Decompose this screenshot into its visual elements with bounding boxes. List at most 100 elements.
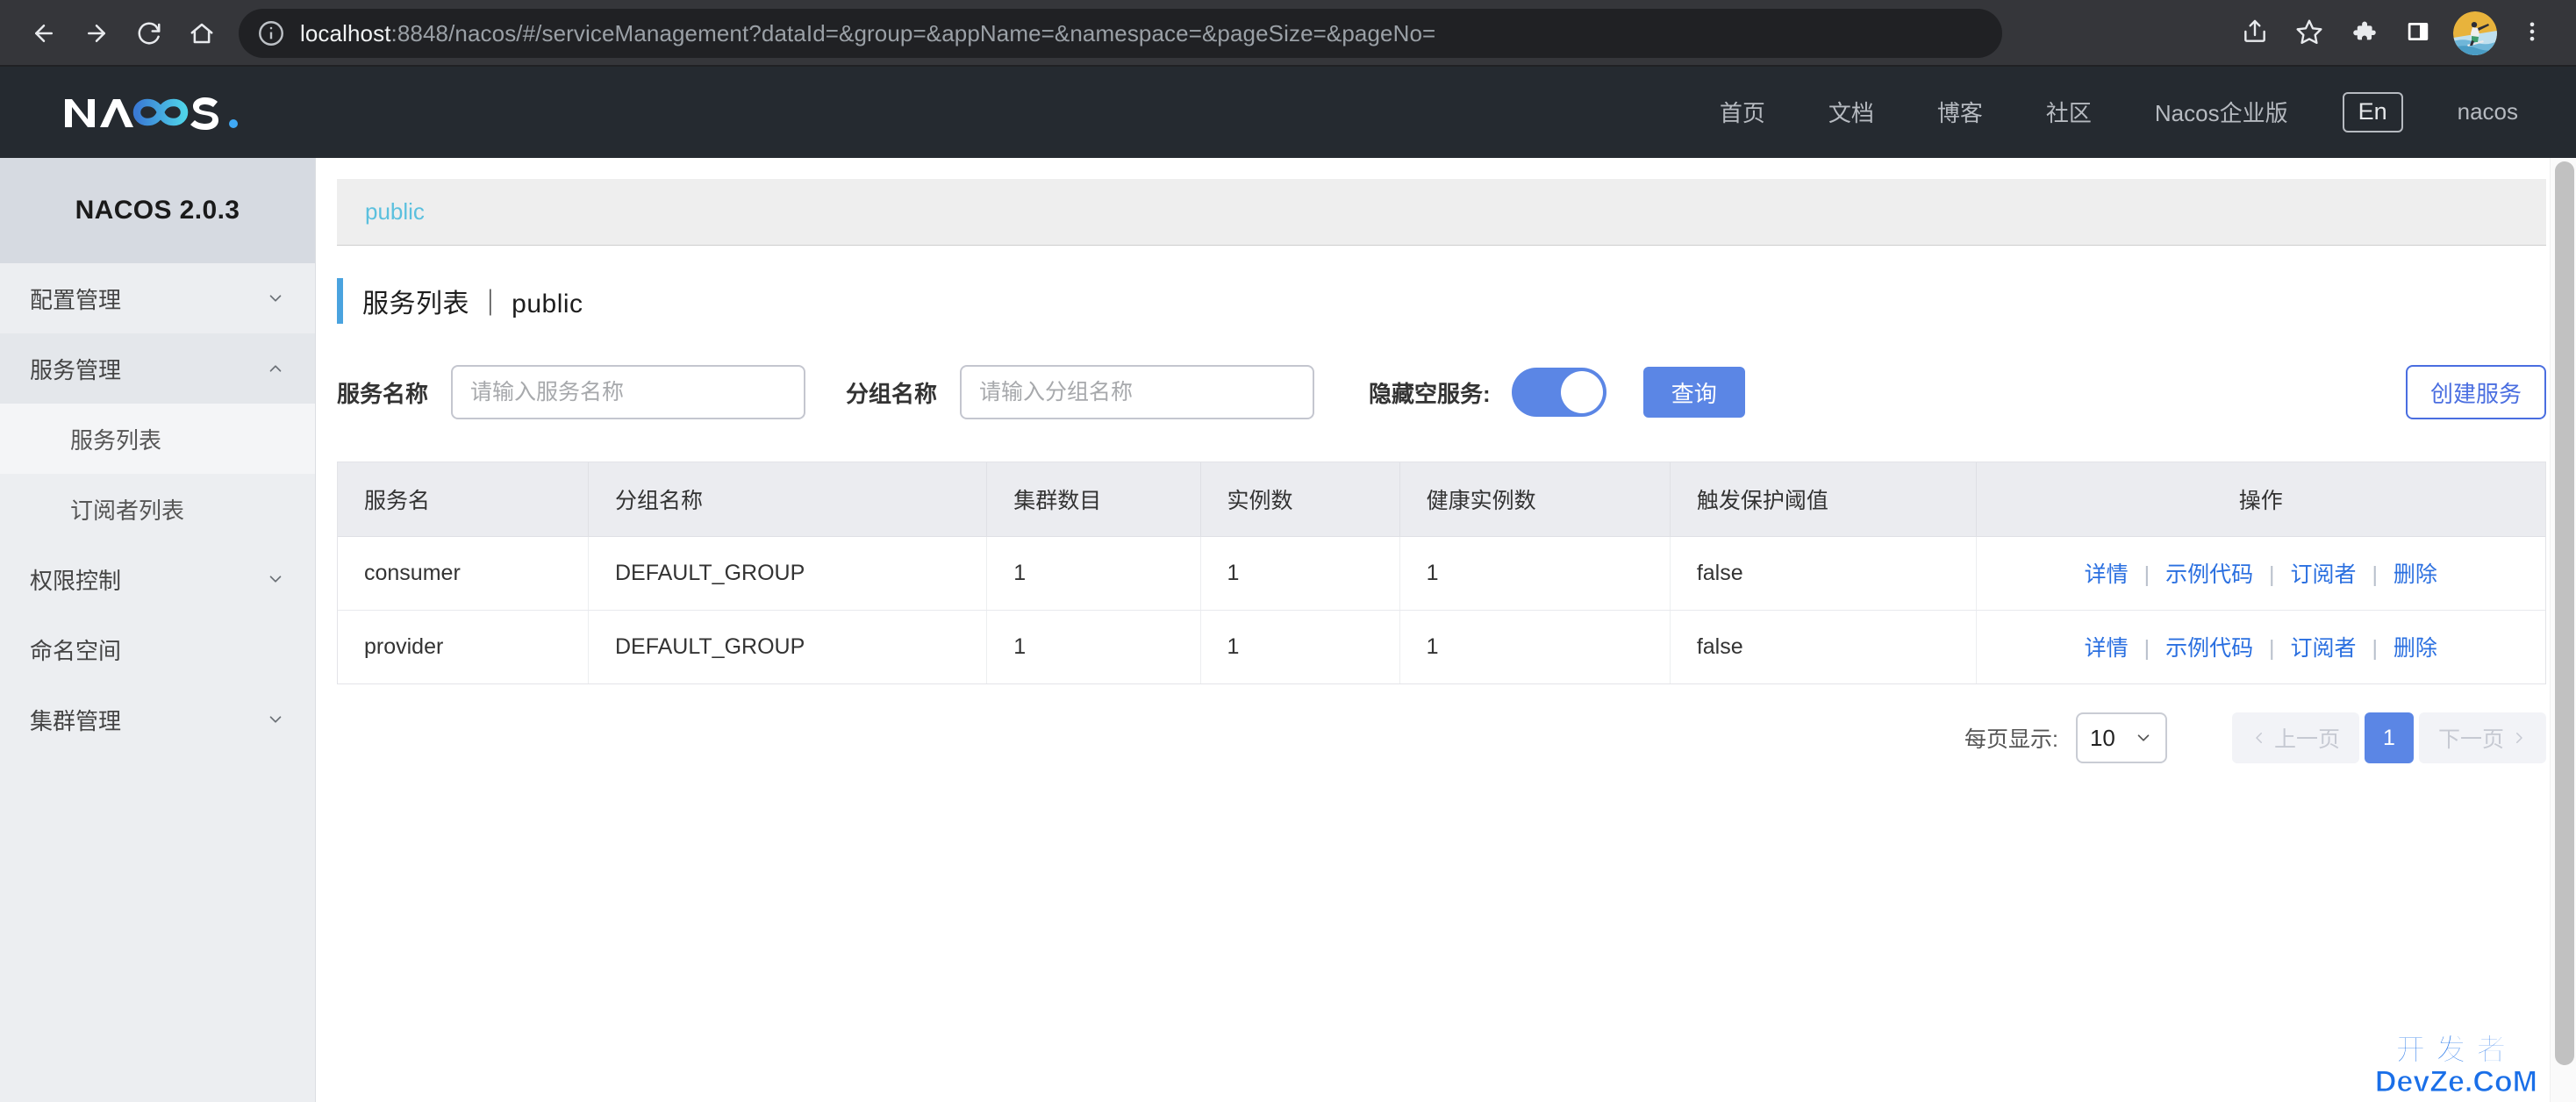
profile-avatar[interactable] (2453, 11, 2497, 55)
home-icon (189, 20, 215, 47)
sidebar-item-permission-control[interactable]: 权限控制 (0, 544, 315, 614)
delete-link[interactable]: 删除 (2394, 636, 2437, 661)
cell-instance-count: 1 (1200, 610, 1400, 683)
sample-code-link[interactable]: 示例代码 (2165, 562, 2253, 587)
watermark-cn-text: 开发者 (2395, 1034, 2517, 1067)
page-number-button-1[interactable]: 1 (2364, 712, 2414, 763)
star-icon (2295, 18, 2323, 50)
service-name-input[interactable] (451, 365, 806, 419)
sidebar-item-label: 集群管理 (30, 707, 122, 734)
sidebar-item-namespace[interactable]: 命名空间 (0, 614, 315, 684)
delete-link[interactable]: 删除 (2394, 562, 2437, 587)
bookmark-button[interactable] (2285, 9, 2334, 58)
separator: | (2143, 562, 2150, 587)
sidebar-item-label: 服务管理 (30, 356, 122, 383)
query-button[interactable]: 查询 (1642, 367, 1745, 418)
current-user-label[interactable]: nacos (2426, 98, 2527, 125)
cell-healthy-instance-count: 1 (1399, 536, 1671, 611)
top-nav-item-enterprise[interactable]: Nacos企业版 (2123, 96, 2320, 128)
three-dot-menu-icon (2520, 19, 2544, 48)
column-header-operations: 操作 (1976, 462, 2545, 537)
nacos-logo[interactable] (61, 90, 246, 134)
cell-cluster-count: 1 (986, 610, 1201, 683)
reload-button[interactable] (125, 9, 174, 58)
scrollbar-thumb[interactable] (2555, 161, 2574, 1065)
separator: | (2269, 636, 2275, 662)
back-button[interactable] (19, 9, 68, 58)
chevron-left-icon (2251, 730, 2267, 746)
watermark: 开发者 DevZe.CoM (2374, 1034, 2537, 1098)
watermark-en-text: DevZe.CoM (2374, 1065, 2537, 1098)
subscribers-link[interactable]: 订阅者 (2290, 562, 2356, 587)
namespace-tab-public[interactable]: public (365, 198, 425, 225)
forward-button[interactable] (72, 9, 121, 58)
cell-instance-count: 1 (1200, 536, 1400, 611)
column-header-instance-count: 实例数 (1200, 462, 1400, 537)
pagination-buttons: 上一页 1 下一页 (2231, 712, 2546, 763)
chevron-down-icon (2134, 728, 2153, 748)
chevron-right-icon (2511, 730, 2527, 746)
site-info-icon[interactable] (256, 18, 286, 48)
sidebar-item-label: 服务列表 (70, 426, 162, 454)
sidebar-item-cluster-management[interactable]: 集群管理 (0, 684, 315, 755)
top-nav-item-home[interactable]: 首页 (1688, 96, 1797, 128)
separator: | (2372, 636, 2378, 662)
url-path: :8848/nacos/#/serviceManagement?dataId=&… (390, 19, 1436, 47)
extensions-button[interactable] (2339, 9, 2388, 58)
sidebar-item-service-list[interactable]: 服务列表 (0, 404, 315, 474)
browser-action-buttons (2230, 9, 2557, 58)
side-panel-button[interactable] (2394, 9, 2443, 58)
browser-menu-button[interactable] (2508, 9, 2557, 58)
home-button[interactable] (177, 9, 226, 58)
column-header-service-name: 服务名 (338, 462, 589, 537)
detail-link[interactable]: 详情 (2085, 636, 2129, 661)
create-service-button[interactable]: 创建服务 (2405, 365, 2546, 419)
top-nav: 首页 文档 博客 社区 Nacos企业版 En nacos (1688, 92, 2527, 132)
chevron-down-icon (266, 569, 285, 589)
main-content: public 服务列表 ｜ public 服务名称 分组名称 隐藏空服务: 查询 (316, 158, 2576, 1102)
sidebar-item-label: 订阅者列表 (70, 497, 185, 524)
share-button[interactable] (2230, 9, 2279, 58)
top-nav-item-docs[interactable]: 文档 (1797, 96, 1906, 128)
hide-empty-service-field: 隐藏空服务: (1369, 368, 1606, 417)
cell-protect-threshold: false (1670, 536, 1977, 611)
group-name-input[interactable] (960, 365, 1315, 419)
table-header-row: 服务名 分组名称 集群数目 实例数 健康实例数 触发保护阈值 操作 (338, 462, 2545, 537)
sidebar-item-subscriber-list[interactable]: 订阅者列表 (0, 474, 315, 544)
cell-protect-threshold: false (1670, 610, 1977, 683)
sidebar-version-title: NACOS 2.0.3 (0, 158, 315, 263)
top-nav-item-community[interactable]: 社区 (2014, 96, 2123, 128)
title-accent-bar (337, 278, 343, 324)
cell-service-name: consumer (338, 536, 589, 611)
sidebar-item-config-management[interactable]: 配置管理 (0, 263, 315, 333)
pagination: 每页显示: 10 上一页 1 下一页 (337, 711, 2546, 765)
language-switch-button[interactable]: En (2342, 92, 2403, 132)
forward-arrow-icon (83, 20, 110, 47)
cell-operations: 详情 | 示例代码 | 订阅者 | 删除 (1976, 536, 2545, 611)
top-nav-item-blog[interactable]: 博客 (1906, 96, 2014, 128)
nacos-top-header: 首页 文档 博客 社区 Nacos企业版 En nacos (0, 67, 2576, 158)
separator: | (2372, 562, 2378, 587)
service-table-container: 服务名 分组名称 集群数目 实例数 健康实例数 触发保护阈值 操作 consum… (337, 462, 2546, 684)
hide-empty-service-toggle[interactable] (1511, 368, 1606, 417)
group-name-label: 分组名称 (846, 380, 938, 407)
page-size-select[interactable]: 10 (2075, 712, 2167, 763)
subscribers-link[interactable]: 订阅者 (2290, 636, 2356, 661)
hide-empty-service-label: 隐藏空服务: (1369, 380, 1491, 407)
detail-link[interactable]: 详情 (2085, 562, 2129, 587)
cell-group-name: DEFAULT_GROUP (588, 536, 988, 611)
page-title-row: 服务列表 ｜ public (337, 276, 2576, 326)
page-scrollbar[interactable] (2550, 158, 2576, 1102)
page-size-label: 每页显示: (1964, 727, 2058, 752)
prev-page-button[interactable]: 上一页 (2231, 712, 2359, 763)
sidebar-item-label: 配置管理 (30, 286, 122, 313)
column-header-healthy-instance-count: 健康实例数 (1399, 462, 1671, 537)
address-bar[interactable]: localhost:8848/nacos/#/serviceManagement… (239, 9, 2002, 58)
toggle-knob (1560, 371, 1603, 413)
share-icon (2241, 18, 2269, 50)
cell-service-name: provider (338, 610, 589, 683)
cell-cluster-count: 1 (986, 536, 1201, 611)
sidebar-item-service-management[interactable]: 服务管理 (0, 333, 315, 404)
sample-code-link[interactable]: 示例代码 (2165, 636, 2253, 661)
next-page-button[interactable]: 下一页 (2418, 712, 2546, 763)
